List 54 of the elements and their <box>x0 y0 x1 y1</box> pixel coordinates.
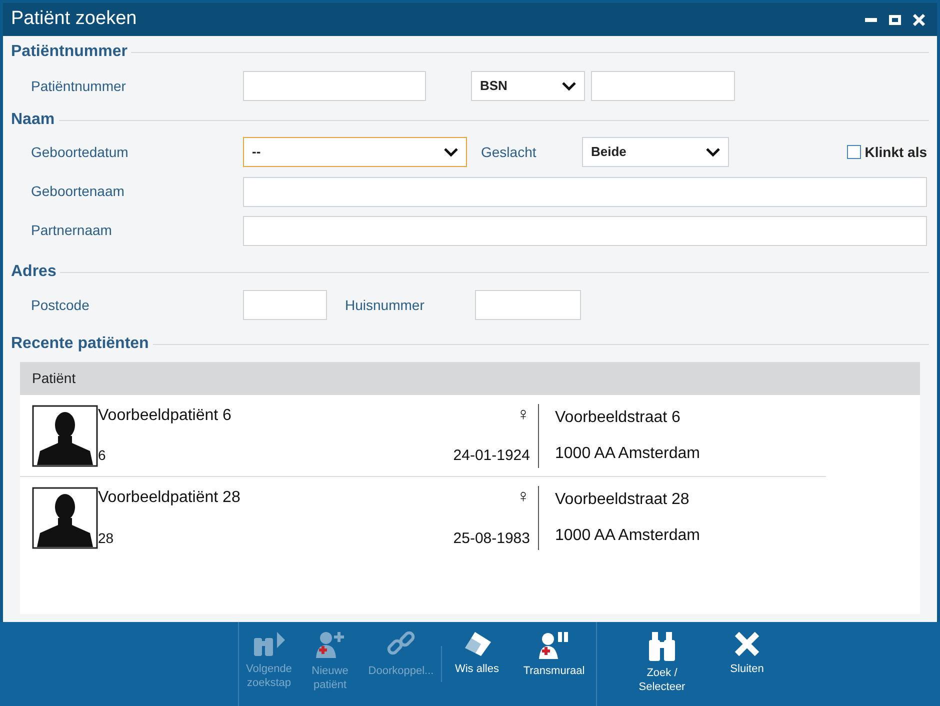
field-label: Partnernaam <box>31 221 113 240</box>
input-field[interactable] <box>243 176 927 206</box>
toolbar-button[interactable]: Zoek / Selecteer <box>627 622 697 706</box>
toolbar-button[interactable]: Sluiten <box>717 622 777 706</box>
section-title: Patiëntnummer <box>11 42 128 62</box>
section-title: Adres <box>11 262 56 282</box>
binoculars-arrow-icon <box>252 630 286 658</box>
input-field[interactable] <box>243 71 426 101</box>
input-field[interactable] <box>591 71 735 101</box>
street-address: Voorbeeldstraat 6 <box>555 408 682 428</box>
minimize-icon[interactable] <box>865 18 877 22</box>
patient-number: 6 <box>98 446 106 465</box>
binoculars-icon <box>647 630 677 662</box>
city-address: 1000 AA Amsterdam <box>555 526 700 546</box>
input-field[interactable] <box>475 290 581 320</box>
section-title: Recente patiënten <box>11 334 149 354</box>
chevron-down-icon <box>444 147 458 157</box>
patient-row[interactable]: Voorbeeldpatiënt 6 ♀ 6 24-01-1924 Voorbeeldstraat 6 1000 AA Amsterdam <box>20 395 826 477</box>
person-plus-icon <box>315 630 345 660</box>
chevron-down-icon <box>706 147 720 157</box>
patient-name: Voorbeeldpatiënt 6 <box>98 406 232 426</box>
dropdown[interactable]: Beide <box>582 137 729 167</box>
street-address: Voorbeeldstraat 28 <box>555 490 690 510</box>
field-label: Geboortedatum <box>31 142 130 162</box>
avatar-silhouette-icon <box>32 404 98 466</box>
close-icon <box>733 630 761 658</box>
birth-date: 24-01-1924 <box>453 446 531 466</box>
close-icon[interactable] <box>913 14 925 26</box>
field-label: Patiëntnummer <box>31 76 127 96</box>
section-title: Naam <box>11 110 55 130</box>
patient-row[interactable]: Voorbeeldpatiënt 28 ♀ 28 25-08-1983 Voorbeeldstraat 28 1000 AA Amsterdam <box>20 477 826 559</box>
input-field[interactable] <box>243 290 327 320</box>
birth-date: 25-08-1983 <box>453 528 531 548</box>
toolbar-button[interactable]: Wis alles <box>442 622 512 706</box>
patient-number: 28 <box>98 528 114 548</box>
field-label: Geboortenaam <box>31 182 126 201</box>
toolbar-button[interactable]: Transmuraal <box>512 622 596 706</box>
avatar-silhouette-icon <box>32 487 98 549</box>
window-title: Patiënt zoeken <box>11 7 137 32</box>
dropdown[interactable]: -- <box>243 137 467 167</box>
field-label: Postcode <box>31 296 90 314</box>
gender-symbol: ♀ <box>516 486 531 508</box>
gender-symbol: ♀ <box>516 404 531 426</box>
chevron-down-icon <box>562 81 576 91</box>
dropdown[interactable]: BSN <box>471 71 585 101</box>
field-label: Geslacht <box>481 142 538 162</box>
maximize-icon[interactable] <box>889 14 901 24</box>
field-label: Huisnummer <box>345 296 426 314</box>
person-binoculars-icon <box>538 630 570 660</box>
input-field[interactable] <box>243 216 927 246</box>
patient-name: Voorbeeldpatiënt 28 <box>98 488 240 508</box>
city-address: 1000 AA Amsterdam <box>555 444 700 464</box>
sounds-like-checkbox[interactable]: Klinkt als <box>846 142 927 162</box>
column-header: Patiënt <box>32 369 76 388</box>
